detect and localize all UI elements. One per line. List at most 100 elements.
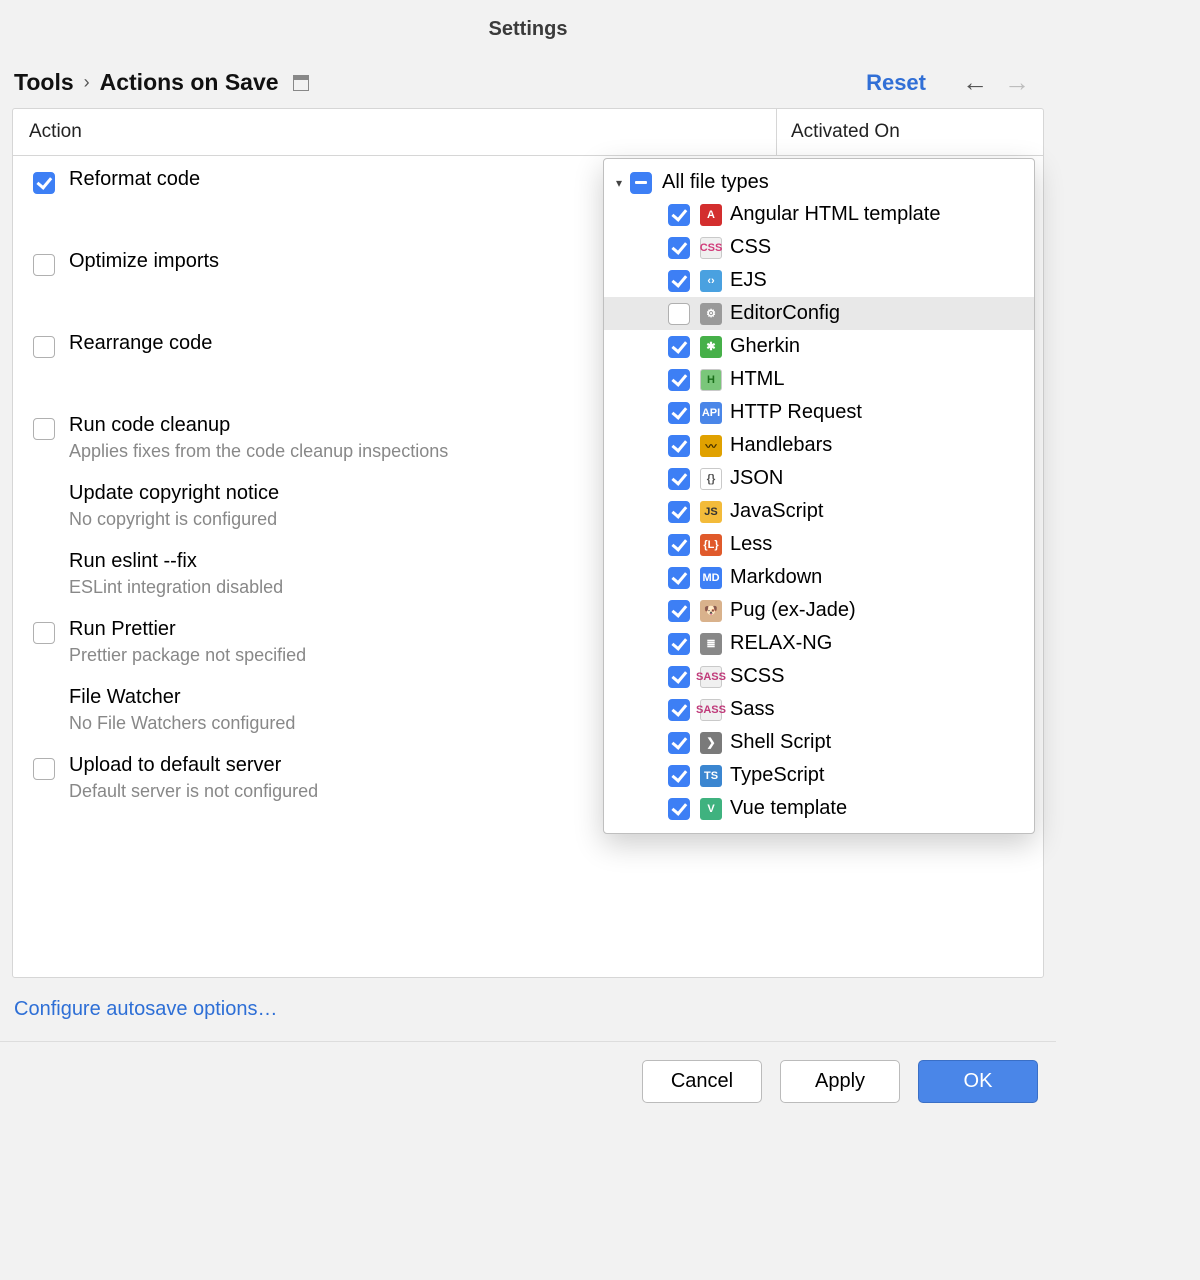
filetype-checkbox[interactable] <box>668 402 690 424</box>
filetype-icon: ≣ <box>700 633 722 655</box>
ok-button[interactable]: OK <box>918 1060 1038 1103</box>
breadcrumb-current: Actions on Save <box>100 69 279 96</box>
filetype-icon: 〰 <box>700 435 722 457</box>
filetype-item[interactable]: {} JSON <box>604 462 1034 495</box>
filetype-item[interactable]: ❯ Shell Script <box>604 726 1034 759</box>
filetype-icon: {L} <box>700 534 722 556</box>
back-arrow-icon[interactable]: ← <box>954 67 996 98</box>
filetype-icon: A <box>700 204 722 226</box>
filetype-checkbox[interactable] <box>668 699 690 721</box>
column-header-action: Action <box>13 109 777 155</box>
filetype-label: JSON <box>730 467 783 490</box>
filetype-checkbox[interactable] <box>668 501 690 523</box>
filetype-item[interactable]: SASS Sass <box>604 693 1034 726</box>
filetype-icon: CSS <box>700 237 722 259</box>
filetype-item[interactable]: 🐶 Pug (ex-Jade) <box>604 594 1034 627</box>
filetype-checkbox[interactable] <box>668 435 690 457</box>
filetype-item[interactable]: TS TypeScript <box>604 759 1034 792</box>
filetype-item[interactable]: A Angular HTML template <box>604 198 1034 231</box>
forward-arrow-icon: → <box>996 67 1038 98</box>
filetype-label: CSS <box>730 236 771 259</box>
filetype-icon: ‹› <box>700 270 722 292</box>
filetype-icon: SASS <box>700 699 722 721</box>
filetype-label: Less <box>730 533 772 556</box>
filetype-icon: TS <box>700 765 722 787</box>
filetype-checkbox[interactable] <box>668 336 690 358</box>
filetype-checkbox[interactable] <box>668 732 690 754</box>
filetype-icon: ⚙ <box>700 303 722 325</box>
dialog-buttons: Cancel Apply OK <box>0 1041 1056 1121</box>
action-checkbox[interactable] <box>33 622 55 644</box>
filetype-label: Vue template <box>730 797 847 820</box>
filetype-icon: ❯ <box>700 732 722 754</box>
chevron-right-icon: › <box>84 72 90 93</box>
filetype-label: RELAX-NG <box>730 632 832 655</box>
filetype-item[interactable]: ‹› EJS <box>604 264 1034 297</box>
chevron-down-icon[interactable]: ▾ <box>616 176 622 190</box>
filetype-item[interactable]: ✱ Gherkin <box>604 330 1034 363</box>
filetype-item[interactable]: VVue template <box>604 792 1034 825</box>
filetype-checkbox[interactable] <box>668 798 690 820</box>
reset-link[interactable]: Reset <box>866 70 926 96</box>
filetype-label: Sass <box>730 698 774 721</box>
filetype-item[interactable]: SASS SCSS <box>604 660 1034 693</box>
header-row: Tools › Actions on Save Reset ← → <box>0 49 1056 108</box>
filetype-icon: H <box>700 369 722 391</box>
filetype-label: TypeScript <box>730 764 824 787</box>
filetype-checkbox[interactable] <box>668 270 690 292</box>
column-header-activated: Activated On <box>777 109 1043 155</box>
filetype-item[interactable]: ⚙EditorConfig <box>604 297 1034 330</box>
filetype-icon: 🐶 <box>700 600 722 622</box>
filetype-label: SCSS <box>730 665 784 688</box>
filetype-item[interactable]: 〰 Handlebars <box>604 429 1034 462</box>
filetype-item[interactable]: {L} Less <box>604 528 1034 561</box>
apply-button[interactable]: Apply <box>780 1060 900 1103</box>
tree-root-label: All file types <box>662 171 769 194</box>
window-title: Settings <box>0 0 1056 49</box>
filetype-checkbox[interactable] <box>668 633 690 655</box>
filetype-checkbox[interactable] <box>668 237 690 259</box>
filetype-item[interactable]: APIHTTP Request <box>604 396 1034 429</box>
filetype-label: Gherkin <box>730 335 800 358</box>
filetype-checkbox[interactable] <box>668 567 690 589</box>
filetype-item[interactable]: CSS CSS <box>604 231 1034 264</box>
tree-root[interactable]: ▾ All file types <box>604 167 1034 198</box>
filetype-item[interactable]: H HTML <box>604 363 1034 396</box>
action-checkbox[interactable] <box>33 418 55 440</box>
filetype-item[interactable]: ≣ RELAX-NG <box>604 627 1034 660</box>
window-icon <box>293 75 309 91</box>
filetype-checkbox[interactable] <box>668 534 690 556</box>
filetype-icon: MD <box>700 567 722 589</box>
filetype-icon: ✱ <box>700 336 722 358</box>
action-checkbox[interactable] <box>33 758 55 780</box>
filetype-item[interactable]: JSJavaScript <box>604 495 1034 528</box>
filetype-label: JavaScript <box>730 500 823 523</box>
cancel-button[interactable]: Cancel <box>642 1060 762 1103</box>
filetype-checkbox[interactable] <box>668 600 690 622</box>
filetype-checkbox[interactable] <box>668 369 690 391</box>
filetype-checkbox[interactable] <box>668 765 690 787</box>
action-checkbox[interactable] <box>33 172 55 194</box>
filetype-checkbox[interactable] <box>668 204 690 226</box>
filetype-label: Handlebars <box>730 434 832 457</box>
filetype-label: Shell Script <box>730 731 831 754</box>
filetype-checkbox[interactable] <box>668 303 690 325</box>
filetype-checkbox[interactable] <box>668 666 690 688</box>
filetype-label: HTTP Request <box>730 401 862 424</box>
filetype-label: Angular HTML template <box>730 203 940 226</box>
action-title: Reformat code <box>69 168 644 191</box>
action-checkbox[interactable] <box>33 336 55 358</box>
filetype-icon: {} <box>700 468 722 490</box>
breadcrumb-root[interactable]: Tools <box>14 69 74 96</box>
filetype-label: HTML <box>730 368 784 391</box>
filetype-item[interactable]: MDMarkdown <box>604 561 1034 594</box>
filetype-icon: SASS <box>700 666 722 688</box>
filetype-label: EJS <box>730 269 767 292</box>
filetype-label: Pug (ex-Jade) <box>730 599 856 622</box>
action-checkbox[interactable] <box>33 254 55 276</box>
configure-autosave-link[interactable]: Configure autosave options… <box>0 978 1056 1041</box>
all-filetypes-checkbox[interactable] <box>630 172 652 194</box>
actions-table: Action Activated On Reformat code All fil… <box>12 108 1044 978</box>
filetype-checkbox[interactable] <box>668 468 690 490</box>
filetype-popup[interactable]: ▾ All file types A Angular HTML template C… <box>603 158 1035 834</box>
